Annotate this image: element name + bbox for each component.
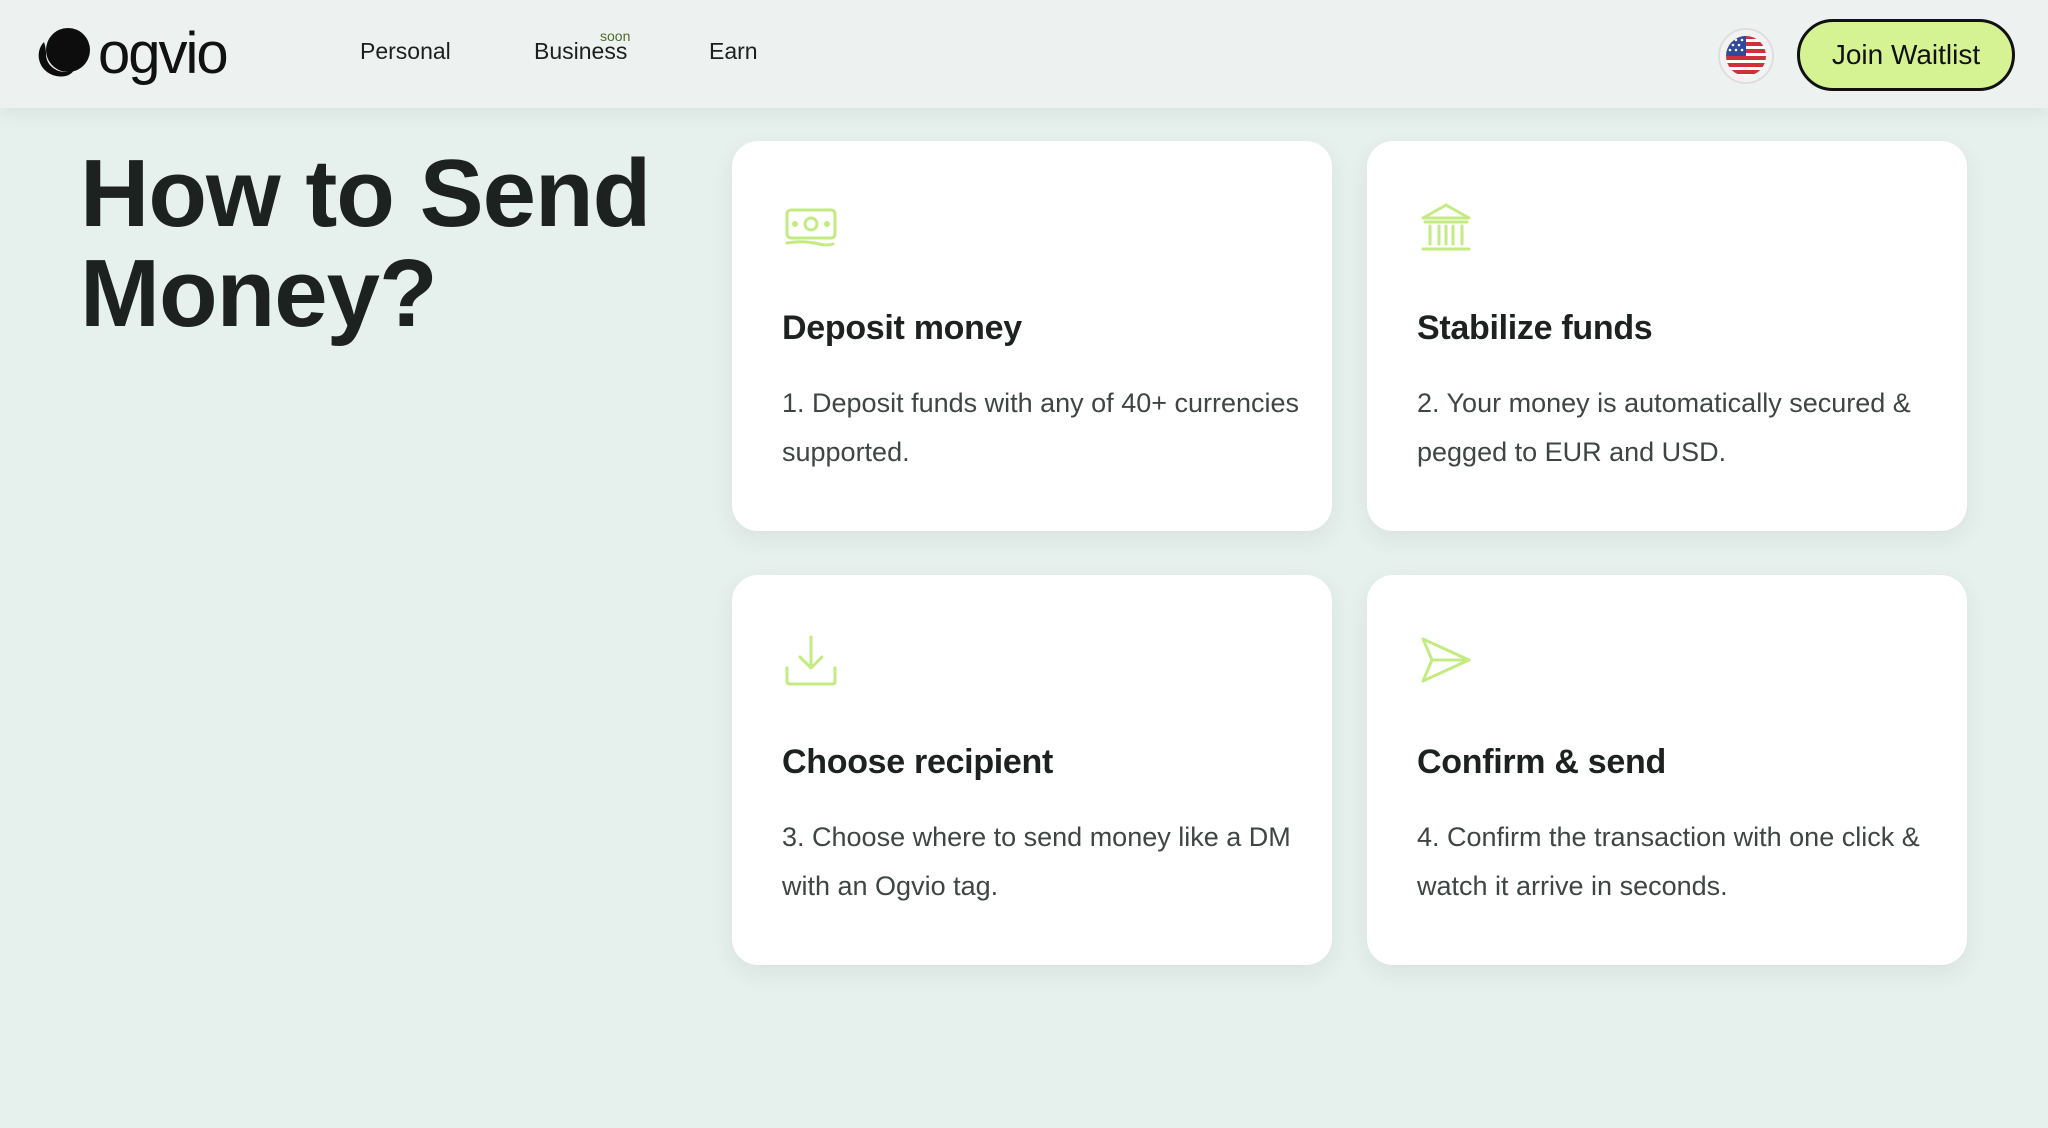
card-title: Deposit money bbox=[782, 309, 1022, 347]
language-selector[interactable] bbox=[1718, 28, 1774, 84]
card-title: Choose recipient bbox=[782, 743, 1054, 781]
step-card-stabilize: Stabilize funds 2. Your money is automat… bbox=[1367, 141, 1967, 531]
logo-wordmark: ogvio bbox=[98, 21, 229, 86]
step-card-recipient: Choose recipient 3. Choose where to send… bbox=[732, 575, 1332, 965]
card-description: 1. Deposit funds with any of 40+ currenc… bbox=[782, 388, 1300, 467]
nav-business[interactable]: Business bbox=[534, 40, 627, 63]
heading-line-1: How to Send bbox=[80, 140, 651, 247]
card-title: Stabilize funds bbox=[1417, 309, 1653, 347]
step-card-confirm: Confirm & send 4. Confirm the transactio… bbox=[1367, 575, 1967, 965]
nav-earn[interactable]: Earn bbox=[709, 40, 758, 63]
us-flag-icon bbox=[1726, 36, 1766, 76]
top-navbar: ogvio Personal soon Business Earn Join W… bbox=[0, 0, 2048, 108]
bank-icon bbox=[1421, 203, 1471, 251]
nav-personal[interactable]: Personal bbox=[360, 40, 451, 63]
download-icon bbox=[785, 635, 837, 686]
card-description: 3. Choose where to send money like a DM … bbox=[782, 822, 1291, 901]
logo-link[interactable]: ogvio bbox=[32, 21, 229, 86]
card-title: Confirm & send bbox=[1417, 743, 1666, 781]
banknote-icon bbox=[785, 208, 837, 247]
step-card-deposit: Deposit money 1. Deposit funds with any … bbox=[732, 141, 1332, 531]
heading-line-2: Money? bbox=[80, 239, 438, 347]
join-waitlist-button[interactable]: Join Waitlist bbox=[1797, 19, 2015, 91]
page-heading: How to Send Money? bbox=[80, 144, 680, 344]
card-description: 4. Confirm the transaction with one clic… bbox=[1417, 822, 1920, 901]
send-icon bbox=[1421, 637, 1471, 683]
logo-mark-icon bbox=[32, 24, 94, 84]
card-description: 2. Your money is automatically secured &… bbox=[1417, 388, 1911, 467]
